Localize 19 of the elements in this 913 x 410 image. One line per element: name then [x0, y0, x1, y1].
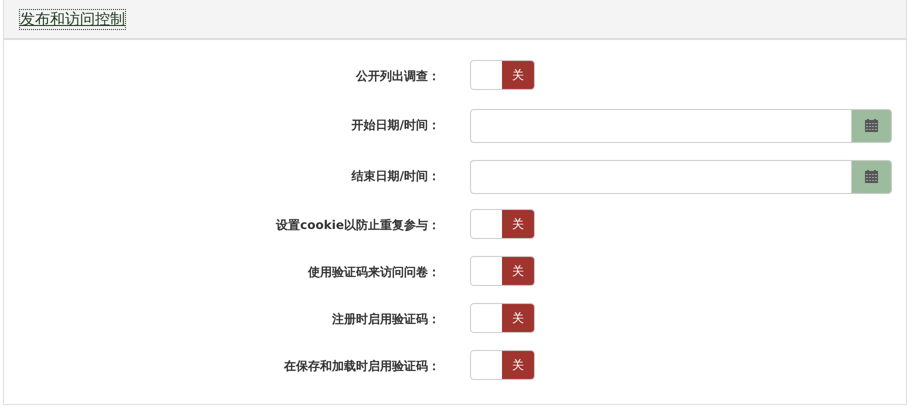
calendar-button[interactable] [851, 108, 892, 142]
field-label: 公开列出调查： [356, 68, 441, 85]
date-time-input[interactable] [470, 108, 851, 142]
field-label: 开始日期/时间： [352, 117, 441, 134]
date-time-input[interactable] [470, 160, 851, 194]
calendar-icon [865, 119, 878, 132]
toggle-switch[interactable]: 关 [470, 350, 535, 380]
field-label: 设置cookie以防止重复参与： [276, 217, 441, 234]
toggle-switch[interactable]: 关 [470, 303, 535, 333]
calendar-button[interactable] [851, 160, 892, 194]
field-label: 结束日期/时间： [352, 168, 441, 185]
field-label: 注册时启用验证码： [332, 311, 441, 328]
field-label: 使用验证码来访问问卷： [308, 264, 441, 281]
toggle-switch[interactable]: 关 [470, 256, 535, 286]
field-label: 在保存和加载时启用验证码： [284, 358, 441, 375]
calendar-icon [865, 170, 878, 183]
toggle-switch[interactable]: 关 [470, 209, 535, 239]
panel-title-link[interactable]: 发布和访问控制 [20, 10, 125, 28]
toggle-switch[interactable]: 关 [470, 60, 535, 90]
